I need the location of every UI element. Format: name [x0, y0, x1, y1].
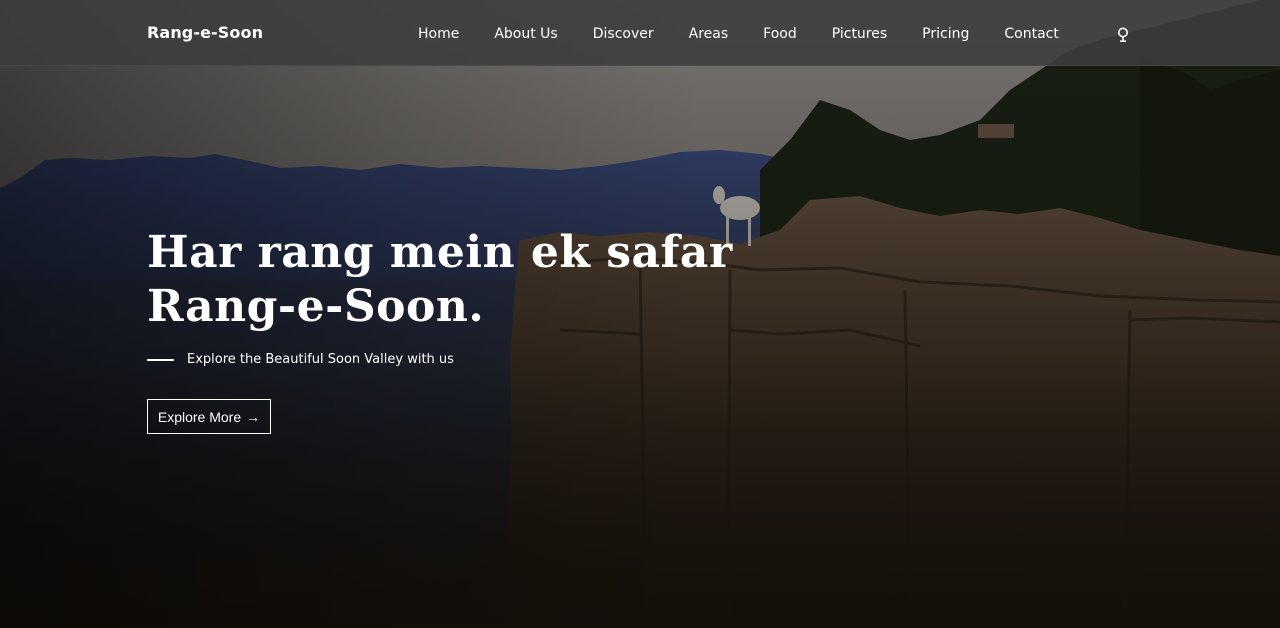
arrow-right-icon: → — [246, 408, 261, 425]
nav-link-discover[interactable]: Discover — [593, 26, 654, 42]
search-icon[interactable] — [1115, 26, 1131, 44]
nav-item-contact: Contact — [1004, 25, 1093, 43]
nav-item-home: Home — [418, 25, 494, 43]
nav-link-about-us[interactable]: About Us — [494, 26, 557, 42]
nav-item-food: Food — [763, 25, 832, 43]
nav-item-pictures: Pictures — [832, 25, 922, 43]
nav-item-about-us: About Us — [494, 25, 592, 43]
explore-more-label: Explore More — [157, 408, 242, 425]
hero-subtitle-row: Explore the Beautiful Soon Valley with u… — [147, 352, 454, 367]
nav-menu: Home About Us Discover Areas Food Pictur… — [418, 25, 1094, 43]
nav-item-areas: Areas — [689, 25, 764, 43]
nav-link-areas[interactable]: Areas — [689, 26, 729, 42]
subtitle-divider — [147, 358, 174, 361]
brand-logo[interactable]: Rang-e-Soon — [147, 23, 263, 42]
nav-item-discover: Discover — [593, 25, 689, 43]
hero-title: Har rang mein ek safar Rang-e-Soon. — [147, 226, 733, 334]
hero-section: Rang-e-Soon Home About Us Discover Areas… — [0, 0, 1280, 628]
hero-title-line-2: Rang-e-Soon. — [147, 281, 485, 332]
nav-link-food[interactable]: Food — [763, 26, 797, 42]
navbar: Rang-e-Soon Home About Us Discover Areas… — [0, 0, 1280, 66]
hero-title-line-1: Har rang mein ek safar — [147, 227, 733, 278]
nav-item-pricing: Pricing — [922, 25, 1004, 43]
explore-more-button[interactable]: Explore More → — [147, 399, 271, 434]
nav-link-home[interactable]: Home — [418, 26, 459, 42]
nav-link-pictures[interactable]: Pictures — [832, 26, 887, 42]
nav-link-pricing[interactable]: Pricing — [922, 26, 969, 42]
nav-link-contact[interactable]: Contact — [1004, 26, 1058, 42]
hero-subtitle: Explore the Beautiful Soon Valley with u… — [187, 352, 454, 367]
